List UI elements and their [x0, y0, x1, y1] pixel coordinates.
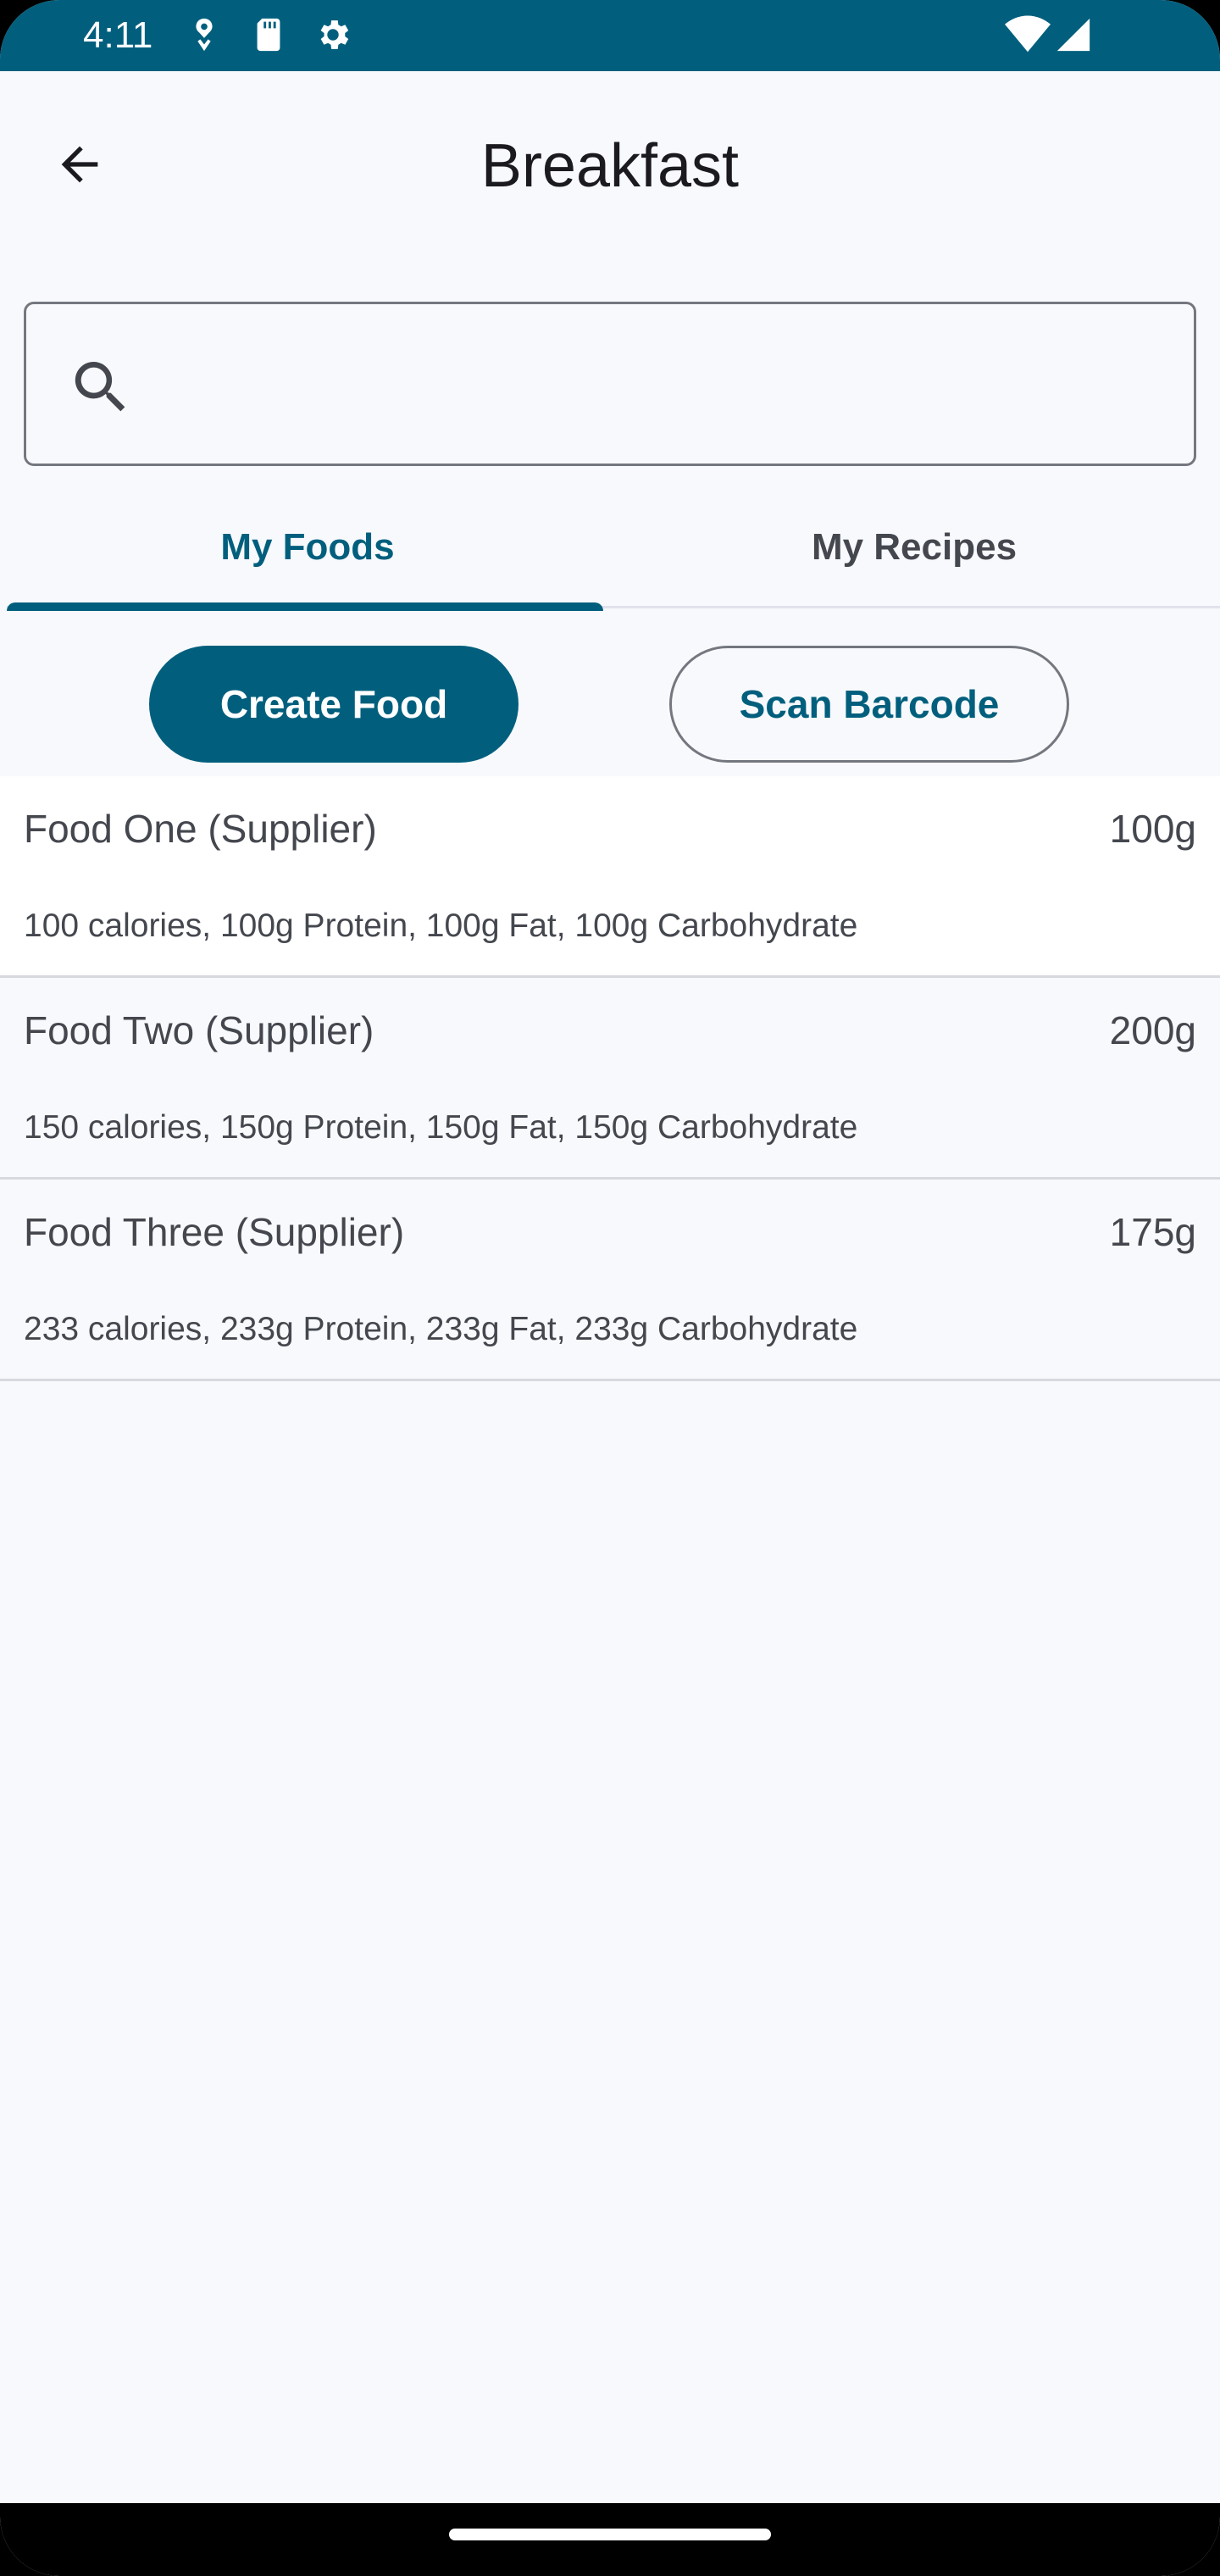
signal-icon — [1056, 18, 1090, 52]
food-amount: 200g — [1109, 1008, 1196, 1052]
food-macros: 233 calories, 233g Protein, 233g Fat, 23… — [24, 1311, 858, 1347]
food-name: Food One (Supplier) — [24, 807, 377, 851]
status-bar: 4:11 — [0, 0, 1220, 71]
system-nav-bar — [0, 2503, 1220, 2576]
food-name: Food Two (Supplier) — [24, 1008, 374, 1052]
search-input[interactable] — [153, 338, 1153, 431]
food-name: Food Three (Supplier) — [24, 1210, 405, 1254]
food-macros: 150 calories, 150g Protein, 150g Fat, 15… — [24, 1109, 858, 1146]
sd-card-icon — [257, 18, 280, 52]
food-amount: 175g — [1109, 1210, 1196, 1254]
food-list-item[interactable]: Food One (Supplier) 100g 100 calories, 1… — [0, 776, 1220, 978]
food-list-item[interactable]: Food Two (Supplier) 200g 150 calories, 1… — [0, 978, 1220, 1180]
food-macros: 100 calories, 100g Protein, 100g Fat, 10… — [24, 908, 858, 944]
settings-gear-icon — [320, 20, 349, 49]
food-list-item[interactable]: Food Three (Supplier) 175g 233 calories,… — [0, 1180, 1220, 1381]
tab-my-recipes[interactable]: My Recipes — [613, 486, 1215, 608]
wifi-icon — [1005, 15, 1051, 53]
home-gesture-handle[interactable] — [449, 2529, 771, 2540]
search-icon — [75, 362, 125, 412]
tab-bar: My Foods My Recipes — [7, 486, 1220, 611]
scan-barcode-button[interactable]: Scan Barcode — [669, 646, 1069, 763]
tab-my-foods-label: My Foods — [220, 526, 395, 568]
create-food-button[interactable]: Create Food — [149, 646, 518, 763]
tab-my-foods[interactable]: My Foods — [7, 486, 608, 611]
tab-indicator — [7, 602, 603, 611]
food-amount: 100g — [1109, 807, 1196, 851]
screen: 4:11 Breakfast My Foods My Recipes Creat… — [0, 0, 1220, 2576]
search-box[interactable] — [24, 302, 1196, 466]
page-title: Breakfast — [480, 132, 740, 200]
food-list: Food One (Supplier) 100g 100 calories, 1… — [0, 776, 1220, 1381]
tab-my-recipes-label: My Recipes — [811, 526, 1018, 568]
status-time: 4:11 — [83, 14, 153, 56]
location-icon — [196, 18, 213, 52]
